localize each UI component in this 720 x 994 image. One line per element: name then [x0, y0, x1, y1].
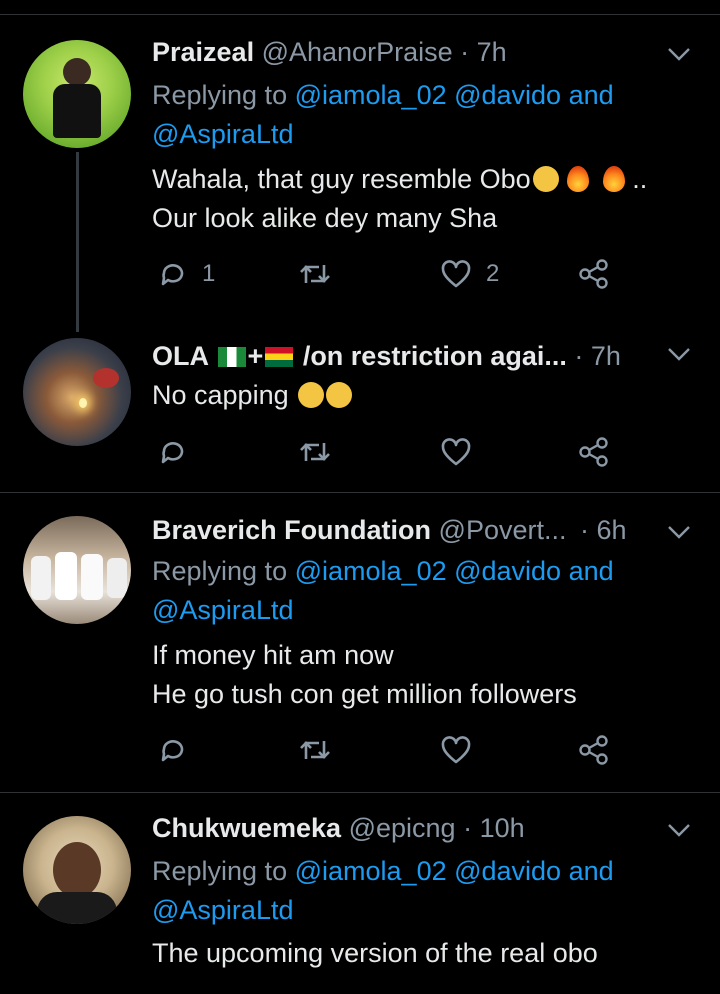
tweet-header: Chukwuemeka @epicng · 10h [152, 812, 680, 844]
user-handle[interactable]: @Povert... [439, 515, 567, 545]
replying-to: Replying to @iamola_02 @davido and @Aspi… [152, 76, 614, 154]
tweet-header: OLA + /on restriction agai... · 7h [152, 340, 680, 372]
share-icon [578, 436, 610, 468]
mention-links[interactable]: @iamola_02 @davido and [295, 856, 614, 886]
action-bar [152, 432, 632, 472]
tweet-text-line: No capping [152, 380, 289, 410]
like-count: 2 [486, 260, 500, 287]
reply-icon [158, 259, 188, 289]
avatar[interactable] [23, 338, 131, 446]
user-handle[interactable]: @epicng [349, 813, 456, 843]
retweet-button[interactable] [298, 432, 332, 472]
tweet-text-line: Our look alike dey many Sha [152, 203, 498, 233]
laughing-emoji-icon [532, 166, 559, 192]
rolling-laughing-emoji-icon [326, 382, 353, 408]
share-button[interactable] [578, 432, 610, 472]
timestamp[interactable]: 10h [480, 813, 525, 843]
reply-button[interactable]: 1 [158, 254, 215, 294]
rolling-laughing-emoji-icon [298, 382, 325, 408]
retweet-icon [298, 259, 332, 289]
tweet-text: The upcoming version of the real obo [152, 934, 598, 973]
tweet-text-line: Wahala, that guy resemble Obo [152, 164, 531, 194]
separator: · [460, 37, 470, 67]
like-button[interactable] [440, 432, 472, 472]
share-button[interactable] [578, 730, 610, 770]
retweet-button[interactable] [298, 254, 332, 294]
display-name[interactable]: Praizeal [152, 37, 254, 67]
replying-to: Replying to @iamola_02 @davido and @Aspi… [152, 852, 614, 930]
tweet-text-line: He go tush con get million followers [152, 679, 577, 709]
mention-links[interactable]: @iamola_02 @davido and [295, 556, 614, 586]
mention-link[interactable]: @AspiraLtd [152, 895, 293, 925]
tweet-text-suffix: .. [624, 164, 648, 194]
tweet-text: No capping [152, 376, 353, 415]
tweet-text-line: The upcoming version of the real obo [152, 938, 598, 968]
nigeria-flag-icon [217, 347, 246, 367]
top-divider [0, 14, 720, 15]
display-name-suffix: /on restriction agai... [302, 341, 567, 371]
tweet-divider [0, 792, 720, 793]
chevron-down-icon[interactable] [666, 522, 692, 542]
like-icon [440, 735, 472, 765]
reply-count: 1 [202, 260, 216, 287]
mention-links[interactable]: @iamola_02 @davido and [295, 80, 614, 110]
fire-emoji-icon [602, 166, 625, 192]
mention-link[interactable]: @AspiraLtd [152, 119, 293, 149]
replying-to: Replying to @iamola_02 @davido and @Aspi… [152, 552, 614, 630]
timestamp[interactable]: 7h [591, 341, 621, 371]
thread-connector [76, 152, 79, 332]
tweet-header: Praizeal @AhanorPraise · 7h [152, 36, 680, 68]
action-bar: 1 2 [152, 254, 632, 294]
retweet-icon [298, 735, 332, 765]
reply-button[interactable] [158, 730, 188, 770]
reply-icon [158, 735, 188, 765]
display-name[interactable]: Chukwuemeka [152, 813, 341, 843]
ghana-flag-icon [265, 347, 294, 367]
retweet-icon [298, 437, 332, 467]
separator: · [574, 341, 584, 371]
reply-icon [158, 437, 188, 467]
share-icon [578, 258, 610, 290]
display-name[interactable]: OLA + /on restriction agai... [152, 341, 567, 371]
fire-emoji-icon [566, 166, 589, 192]
action-bar [152, 730, 632, 770]
avatar[interactable] [23, 516, 131, 624]
tweet-text: If money hit am now He go tush con get m… [152, 636, 577, 714]
reply-button[interactable] [158, 432, 188, 472]
tweet-text-line: If money hit am now [152, 640, 394, 670]
share-button[interactable] [578, 254, 610, 294]
like-button[interactable] [440, 730, 472, 770]
replying-to-label: Replying to [152, 856, 288, 886]
chevron-down-icon[interactable] [666, 344, 692, 364]
share-icon [578, 734, 610, 766]
tweet-header: Braverich Foundation @Povert... · 6h [152, 514, 680, 546]
tweet-text: Wahala, that guy resemble Obo .. Our loo… [152, 160, 647, 238]
plus-sign: + [247, 341, 264, 371]
display-name[interactable]: Braverich Foundation [152, 515, 431, 545]
timestamp[interactable]: 6h [597, 515, 627, 545]
separator: · [463, 813, 473, 843]
chevron-down-icon[interactable] [666, 44, 692, 64]
like-button[interactable]: 2 [440, 254, 499, 294]
user-handle[interactable]: @AhanorPraise [262, 37, 453, 67]
display-name-text: OLA [152, 341, 208, 371]
like-icon [440, 259, 472, 289]
retweet-button[interactable] [298, 730, 332, 770]
chevron-down-icon[interactable] [666, 820, 692, 840]
replying-to-label: Replying to [152, 556, 288, 586]
replying-to-label: Replying to [152, 80, 288, 110]
like-icon [440, 437, 472, 467]
timestamp[interactable]: 7h [477, 37, 507, 67]
mention-link[interactable]: @AspiraLtd [152, 595, 293, 625]
avatar[interactable] [23, 816, 131, 924]
avatar[interactable] [23, 40, 131, 148]
tweet-divider [0, 492, 720, 493]
separator: · [580, 515, 590, 545]
